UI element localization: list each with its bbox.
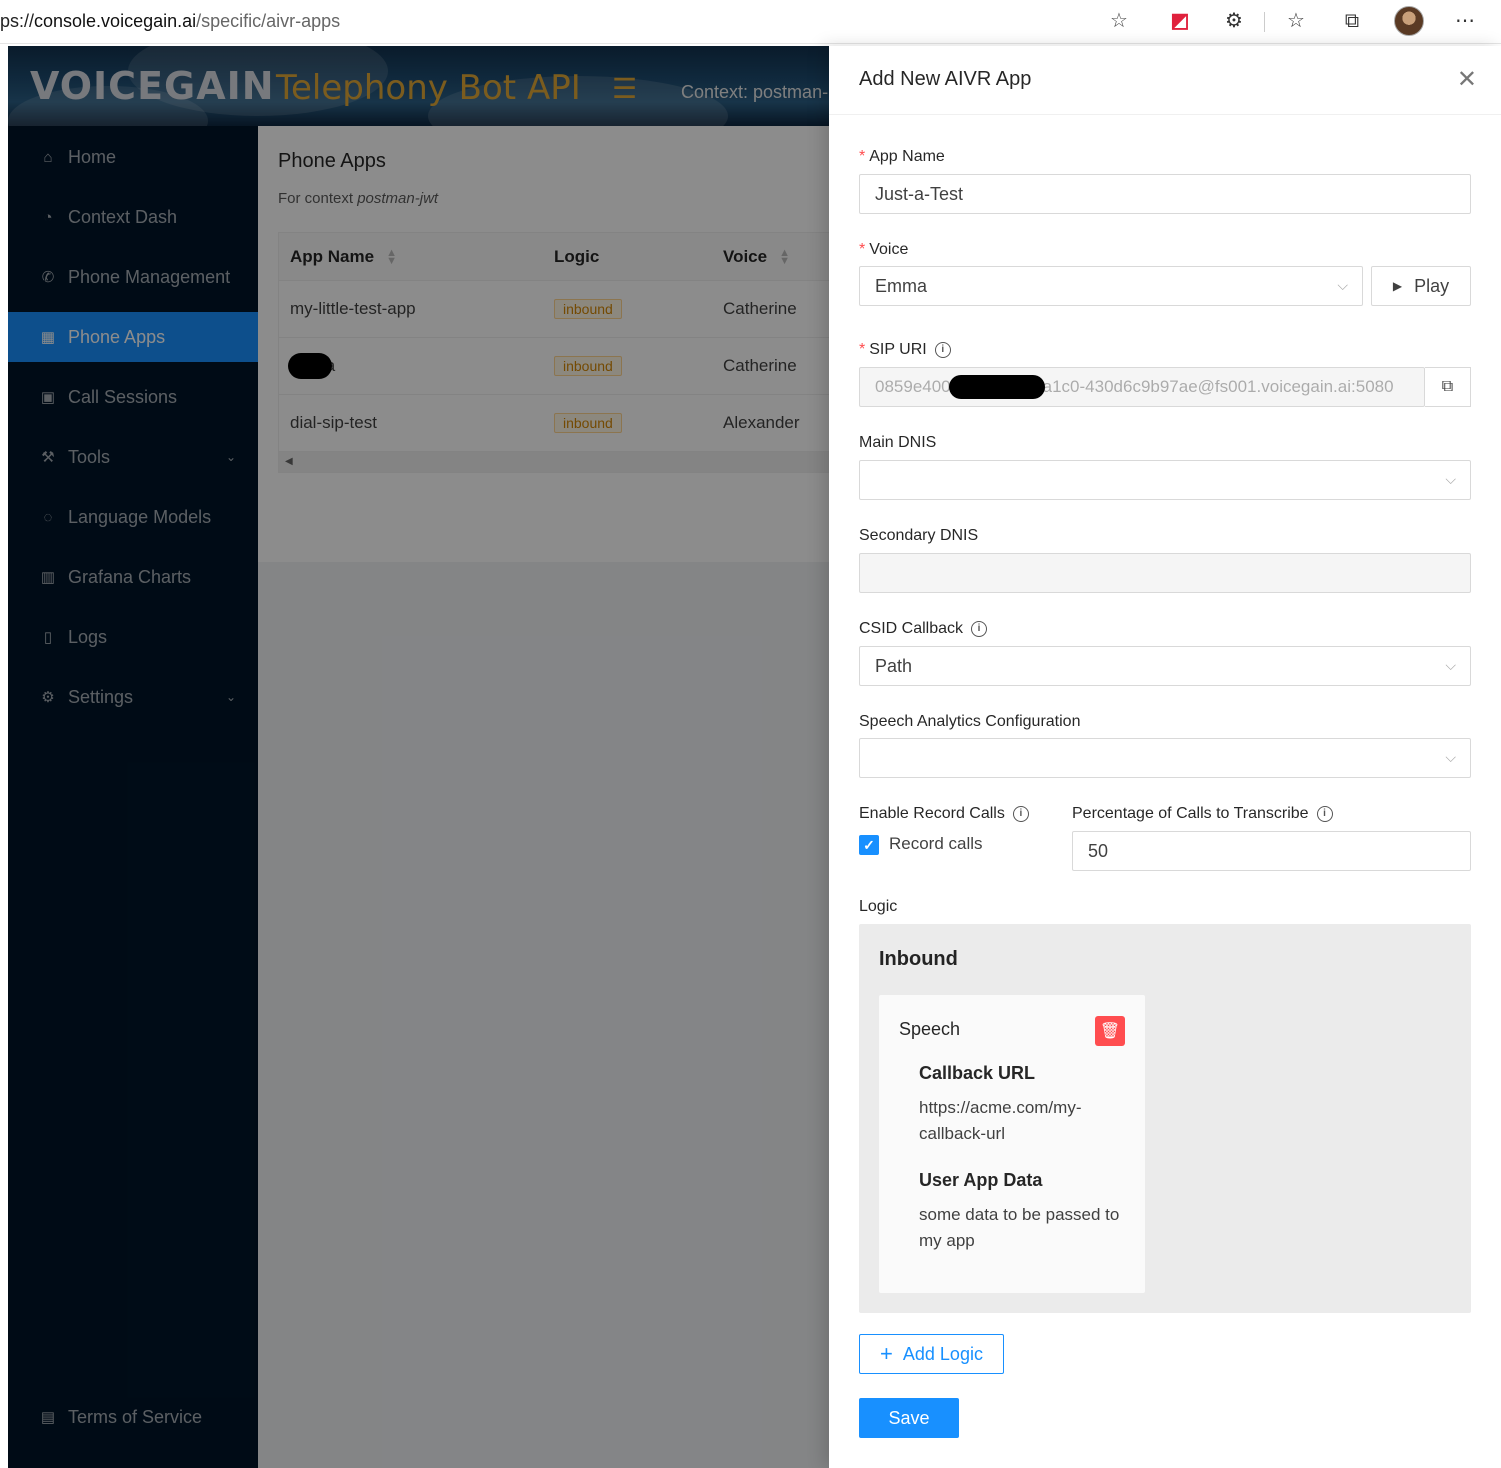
- user-app-data-key: User App Data: [919, 1170, 1043, 1190]
- collections-icon[interactable]: ⧉: [1340, 9, 1364, 33]
- speech-logic-card: Speech 🗑 Callback URL https://acme.com/m…: [879, 995, 1145, 1293]
- redaction-mark: [948, 375, 1045, 399]
- url-path: /specific/aivr-apps: [196, 10, 341, 31]
- copy-button[interactable]: ⧉: [1425, 367, 1471, 407]
- csid-callback-label: CSID Callback i: [859, 620, 988, 638]
- add-favorite-icon[interactable]: ☆: [1108, 10, 1130, 32]
- chevron-down-icon: ⌵: [1337, 277, 1348, 293]
- chevron-down-icon: ⌵: [1445, 749, 1456, 765]
- sip-uri-label: * SIP URI i: [859, 341, 951, 359]
- logic-section: Inbound Speech 🗑 Callback URL https://ac…: [859, 924, 1471, 1313]
- play-button[interactable]: ▶ Play: [1371, 266, 1471, 306]
- secondary-dnis-select: [859, 553, 1471, 593]
- info-icon[interactable]: i: [971, 621, 988, 637]
- sip-uri-input: 0859e400 a1c0-430d6c9b97ae@fs001.voicegai…: [859, 367, 1425, 407]
- profile-avatar[interactable]: [1394, 6, 1424, 36]
- url-prefix: ps://: [0, 10, 35, 31]
- add-aivr-app-drawer: Add New AIVR App ✕ * App Name Just-a-Test…: [829, 46, 1501, 1468]
- enable-record-label: Enable Record Calls i: [859, 805, 1029, 823]
- speech-analytics-select[interactable]: ⌵: [859, 738, 1471, 778]
- browser-toolbar: ps://console.voicegain.ai/specific/aivr-…: [0, 0, 1501, 44]
- toolbar-separator: [1264, 12, 1265, 32]
- percentage-label: Percentage of Calls to Transcribe i: [1072, 805, 1333, 823]
- close-icon[interactable]: ✕: [1457, 68, 1477, 92]
- logic-label: Logic: [859, 898, 898, 915]
- drawer-title: Add New AIVR App: [859, 68, 1032, 90]
- record-calls-checkbox[interactable]: ✓: [859, 835, 879, 855]
- play-icon: ▶: [1392, 279, 1403, 293]
- save-button[interactable]: Save: [859, 1398, 959, 1438]
- copy-icon: ⧉: [1441, 378, 1454, 395]
- info-icon[interactable]: i: [1316, 806, 1333, 822]
- voice-label: * Voice: [859, 241, 909, 258]
- csid-callback-select[interactable]: Path ⌵: [859, 646, 1471, 686]
- speech-analytics-label: Speech Analytics Configuration: [859, 713, 1081, 730]
- percentage-input[interactable]: 50: [1072, 831, 1471, 871]
- record-calls-label[interactable]: Record calls: [889, 834, 983, 854]
- favorites-icon[interactable]: ☆: [1284, 9, 1308, 33]
- extensions-icon[interactable]: ⚙: [1222, 9, 1246, 33]
- callback-url-value: https://acme.com/my-callback-url: [919, 1098, 1082, 1143]
- inbound-title: Inbound: [879, 948, 958, 970]
- plus-icon: +: [880, 1341, 893, 1366]
- app-name-label: * App Name: [859, 148, 945, 165]
- more-options-icon[interactable]: ⋯: [1453, 9, 1477, 33]
- delete-icon[interactable]: 🗑: [1095, 1016, 1125, 1046]
- secondary-dnis-label: Secondary DNIS: [859, 527, 979, 544]
- url-host: console.voicegain.ai: [34, 10, 197, 31]
- drawer-header: Add New AIVR App ✕: [829, 46, 1501, 115]
- extension-red-icon[interactable]: ◩: [1168, 9, 1192, 33]
- add-logic-button[interactable]: + Add Logic: [859, 1334, 1004, 1374]
- chevron-down-icon: ⌵: [1445, 471, 1456, 487]
- voice-select[interactable]: Emma ⌵: [859, 266, 1363, 306]
- app-name-input[interactable]: Just-a-Test: [859, 174, 1471, 214]
- address-bar[interactable]: ps://console.voicegain.ai/specific/aivr-…: [0, 0, 1142, 42]
- info-icon[interactable]: i: [934, 342, 951, 358]
- info-icon[interactable]: i: [1012, 806, 1029, 822]
- main-dnis-label: Main DNIS: [859, 434, 937, 451]
- chevron-down-icon: ⌵: [1445, 657, 1456, 673]
- speech-card-title: Speech: [899, 1019, 961, 1039]
- callback-url-key: Callback URL: [919, 1063, 1036, 1083]
- user-app-data-value: some data to be passed to my app: [919, 1205, 1120, 1250]
- main-dnis-select[interactable]: ⌵: [859, 460, 1471, 500]
